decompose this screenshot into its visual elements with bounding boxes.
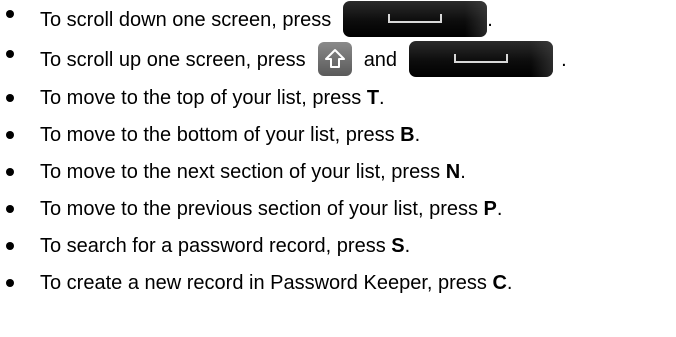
- tip-create-record: To create a new record in Password Keepe…: [0, 265, 676, 302]
- tip-text: To move to the next section of your list…: [40, 161, 446, 183]
- tip-suffix: .: [404, 235, 411, 257]
- space-key-icon: [343, 0, 488, 37]
- bullet: [6, 204, 14, 213]
- tip-text: To search for a password record, press: [40, 235, 392, 257]
- tip-previous-section: To move to the previous section of your …: [0, 191, 676, 228]
- bullet: [6, 50, 14, 58]
- tip-key: C: [492, 272, 507, 294]
- bullet: [6, 93, 14, 102]
- bullet: [6, 10, 14, 18]
- bullet: [6, 278, 14, 287]
- tip-suffix: .: [506, 272, 513, 294]
- tip-top-of-list: To move to the top of your list, press T…: [0, 80, 676, 117]
- tip-text: To move to the top of your list, press: [40, 87, 367, 109]
- tip-key: P: [483, 198, 497, 220]
- tip-key: S: [391, 235, 405, 257]
- tip-suffix: .: [487, 9, 493, 31]
- tip-suffix: .: [496, 198, 503, 220]
- tip-search-record: To search for a password record, press S…: [0, 228, 676, 265]
- tip-and-text: and: [363, 49, 398, 71]
- tip-text: To scroll down one screen, press: [40, 9, 332, 31]
- tip-scroll-up: To scroll up one screen, press and.: [0, 40, 676, 80]
- tip-scroll-down: To scroll down one screen, press.: [0, 0, 676, 40]
- tip-text: To create a new record in Password Keepe…: [40, 272, 493, 294]
- tip-next-section: To move to the next section of your list…: [0, 154, 676, 191]
- tip-suffix: .: [460, 161, 466, 183]
- tip-key: B: [400, 124, 415, 146]
- bullet: [6, 130, 14, 139]
- tip-suffix: .: [379, 87, 385, 109]
- bullet: [6, 241, 14, 250]
- space-key-icon: [409, 40, 554, 77]
- shift-key-icon: [317, 41, 352, 76]
- bullet: [6, 167, 14, 176]
- tip-text: To scroll up one screen, press: [40, 49, 306, 71]
- tip-text: To move to the bottom of your list, pres…: [40, 124, 401, 146]
- keyboard-shortcut-list: To scroll down one screen, press. To scr…: [0, 0, 676, 302]
- tip-suffix: .: [414, 124, 421, 146]
- tip-key: T: [366, 87, 380, 109]
- tip-bottom-of-list: To move to the bottom of your list, pres…: [0, 117, 676, 154]
- tip-suffix: .: [561, 49, 567, 71]
- tip-text: To move to the previous section of your …: [40, 198, 484, 220]
- tip-key: N: [445, 161, 461, 183]
